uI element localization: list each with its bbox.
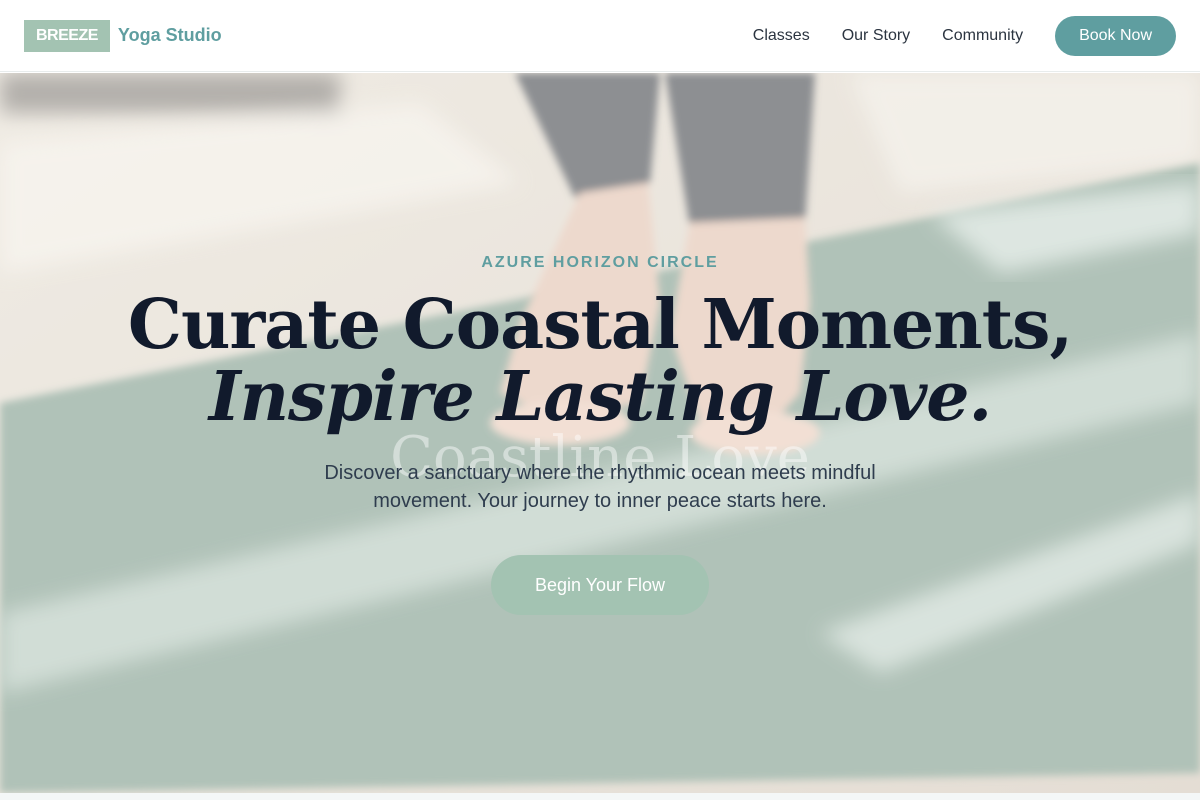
hero-headline-line1: Curate Coastal Moments, [127,285,1073,365]
hero-section: AZURE HORIZON CIRCLE Coastline Love Cura… [0,73,1200,793]
hero-subtitle: Discover a sanctuary where the rhythmic … [324,462,876,512]
hero-eyebrow: AZURE HORIZON CIRCLE [481,254,719,271]
brand-badge: BREEZE [24,19,110,52]
book-now-button[interactable]: Book Now [1055,15,1176,56]
brand-logo[interactable]: BREEZE Yoga Studio [24,19,222,52]
nav-link-community[interactable]: Community [942,27,1023,45]
hero-content: AZURE HORIZON CIRCLE Coastline Love Cura… [0,73,1200,793]
top-navbar: BREEZE Yoga Studio Classes Our Story Com… [0,0,1200,72]
hero-headline-line2: Inspire Lasting Love. [208,357,992,437]
brand-name: Yoga Studio [117,25,222,45]
begin-flow-button[interactable]: Begin Your Flow [491,555,709,615]
hero-headline: Curate Coastal Moments, Inspire Lasting … [0,289,1200,433]
nav-link-our-story[interactable]: Our Story [842,27,910,45]
nav-link-classes[interactable]: Classes [753,27,810,45]
next-section-edge [0,793,1200,800]
nav-links: Classes Our Story Community [753,27,1023,45]
